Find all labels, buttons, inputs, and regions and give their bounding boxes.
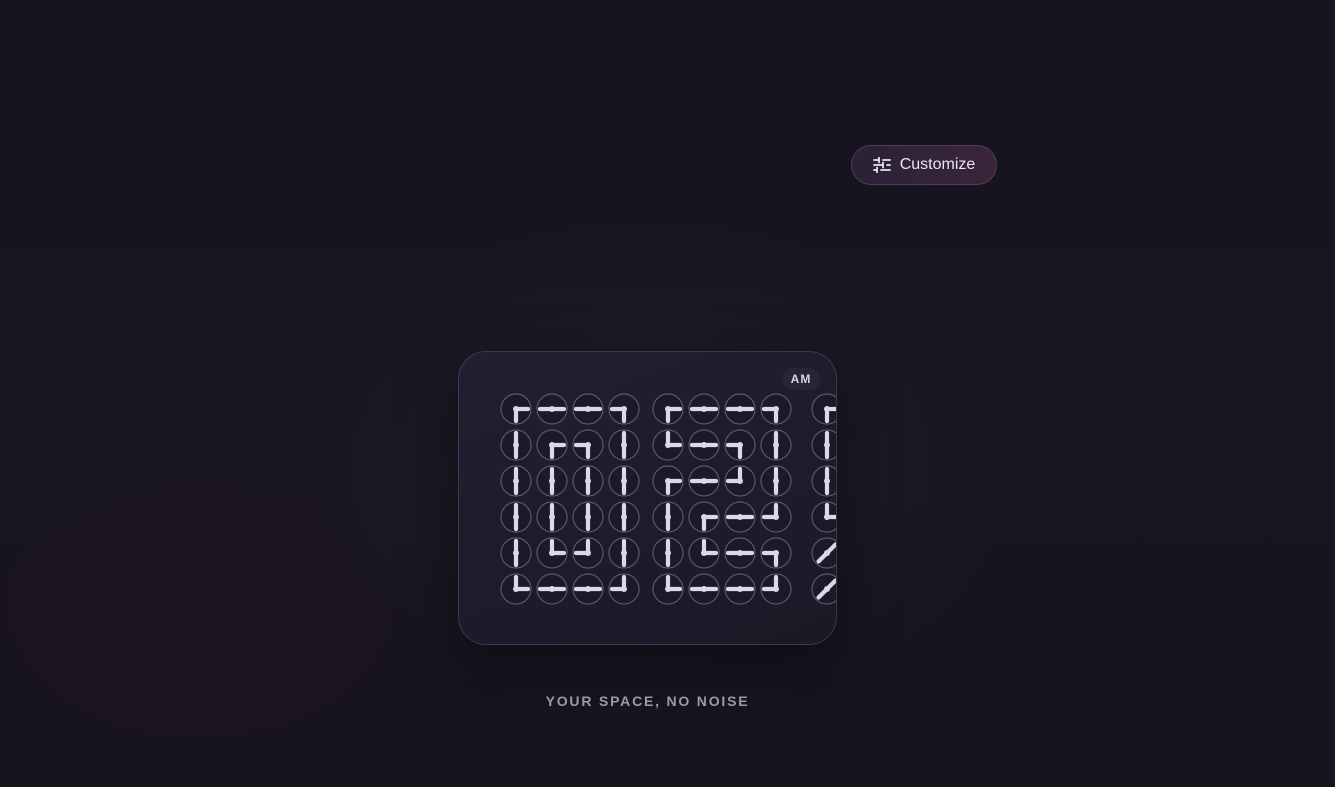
mini-clock-dial [536, 393, 568, 425]
mini-clock-dial [724, 537, 756, 569]
mini-clock-dial [760, 465, 792, 497]
mini-clock-dial [608, 537, 640, 569]
mini-clock-dial [688, 429, 720, 461]
mini-clock-dial [811, 537, 836, 569]
mini-clock-dial [652, 393, 684, 425]
mini-clock-dial [652, 501, 684, 533]
ampm-badge: AM [782, 368, 820, 390]
mini-clock-dial [500, 501, 532, 533]
mini-clock-dial [500, 429, 532, 461]
mini-clock-dial [536, 429, 568, 461]
mini-clock-dial [500, 465, 532, 497]
mini-clock-dial [760, 501, 792, 533]
mini-clock-dial [688, 537, 720, 569]
mini-clock-dial [760, 573, 792, 605]
mini-clock-dial [724, 465, 756, 497]
mini-clock-dial [536, 465, 568, 497]
mini-clock-dial [572, 429, 604, 461]
mini-clock-dial [608, 429, 640, 461]
mini-clock-dial [608, 393, 640, 425]
mini-clock-dial [811, 393, 836, 425]
mini-clock-dial [572, 465, 604, 497]
mini-clock-dial [688, 393, 720, 425]
customize-button[interactable]: Customize [851, 145, 997, 185]
mini-clock-dial [572, 537, 604, 569]
mini-clock-dial [688, 573, 720, 605]
mini-clock-dial [572, 393, 604, 425]
mini-clock-dial [688, 465, 720, 497]
mini-clock-dial [536, 501, 568, 533]
mini-clock-dial [811, 501, 836, 533]
mini-clock-dial [811, 573, 836, 605]
mini-clock-dial [811, 465, 836, 497]
dial-grid [500, 393, 836, 605]
mini-clock-dial [536, 537, 568, 569]
mini-clock-dial [652, 465, 684, 497]
mini-clock-dial [608, 501, 640, 533]
mini-clock-dial [724, 393, 756, 425]
customize-label: Customize [899, 156, 976, 173]
mini-clock-dial [572, 573, 604, 605]
mini-clock-dial [724, 573, 756, 605]
page: Customize AM YOUR SPACE, NO NOISE [0, 0, 1335, 787]
mini-clock-dial [724, 429, 756, 461]
mini-clock-dial [724, 501, 756, 533]
sliders-icon [872, 157, 891, 173]
mini-clock-dial [572, 501, 604, 533]
mini-clock-dial [652, 573, 684, 605]
mini-clock-dial [500, 537, 532, 569]
mini-clock-dial [760, 537, 792, 569]
mini-clock-dial [500, 573, 532, 605]
mini-clock-dial [608, 465, 640, 497]
tagline: YOUR SPACE, NO NOISE [545, 693, 750, 709]
mini-clock-dial [608, 573, 640, 605]
mini-clock-dial [652, 429, 684, 461]
clock-card: AM [458, 351, 837, 645]
mini-clock-dial [500, 393, 532, 425]
mini-clock-dial [652, 537, 684, 569]
mini-clock-dial [760, 429, 792, 461]
mini-clock-dial [536, 573, 568, 605]
mini-clock-dial [760, 393, 792, 425]
mini-clock-dial [688, 501, 720, 533]
mini-clock-dial [811, 429, 836, 461]
